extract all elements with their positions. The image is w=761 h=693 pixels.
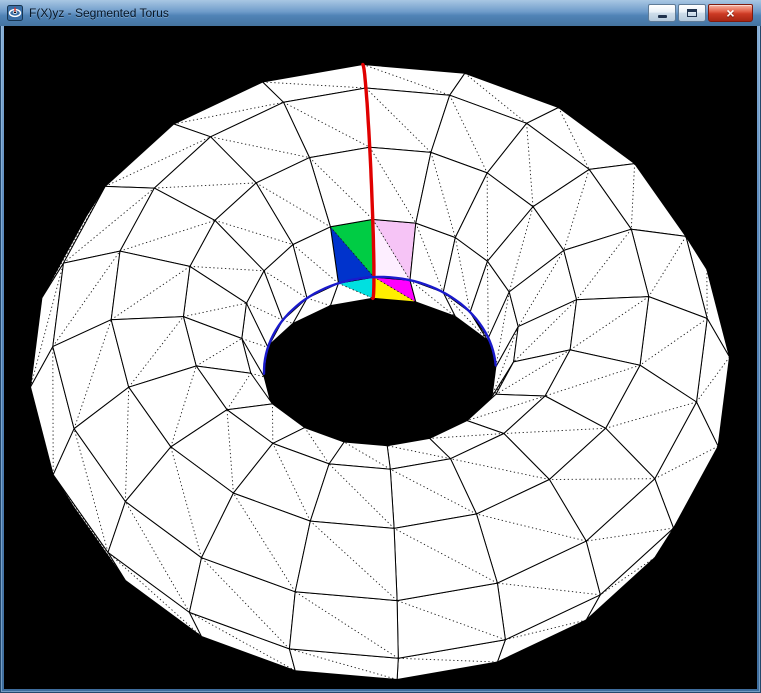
- window-controls: ×: [648, 4, 753, 22]
- maximize-icon: [687, 9, 697, 17]
- window-title: F(X)yz - Segmented Torus: [29, 6, 169, 20]
- close-button[interactable]: ×: [708, 4, 753, 22]
- torus-3d-canvas[interactable]: [4, 26, 757, 689]
- close-icon: ×: [726, 5, 735, 21]
- app-window: F(X)yz - Segmented Torus ×: [0, 0, 761, 693]
- maximize-button[interactable]: [678, 4, 706, 22]
- app-icon[interactable]: [7, 5, 23, 21]
- minimize-icon: [657, 15, 667, 18]
- titlebar[interactable]: F(X)yz - Segmented Torus ×: [0, 0, 761, 26]
- minimize-button[interactable]: [648, 4, 676, 22]
- render-viewport[interactable]: [4, 26, 757, 689]
